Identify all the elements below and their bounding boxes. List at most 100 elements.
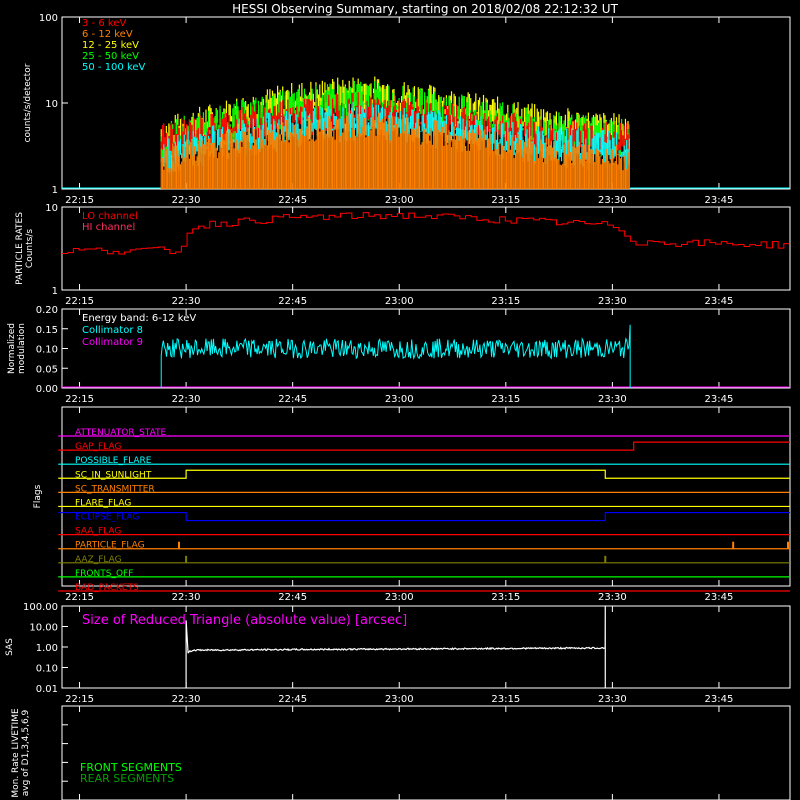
flag-line xyxy=(58,469,790,479)
flag-label: AAZ_FLAG xyxy=(75,555,122,565)
x-tick-label: 22:15 xyxy=(65,195,94,206)
x-tick-label: 23:45 xyxy=(705,592,734,603)
flag-possible-flare: POSSIBLE_FLARE xyxy=(58,456,790,466)
y-axis-label: Normalized xyxy=(7,323,17,374)
y-tick-label: 0.10 xyxy=(36,664,58,675)
x-tick-label: 23:00 xyxy=(385,296,414,307)
flag-sc-transmitter: SC_TRANSMITTER xyxy=(58,484,790,494)
x-tick-label: 23:45 xyxy=(705,296,734,307)
count-rates-panel: 22:15 22:30 22:45 23:00 23:15 23:30 23:45 1 10 10… xyxy=(23,13,791,206)
x-tick-label: 23:15 xyxy=(491,394,520,405)
y-axis-label-2: avg of D1,3,4,5,6,9 xyxy=(21,709,31,796)
hessi-summary-plot: HESSI Observing Summary, starting on 201… xyxy=(5,2,791,800)
legend-entry: Collimator 8 xyxy=(82,325,143,336)
flag-label: FLARE_FLAG xyxy=(75,498,131,508)
y-tick-label: 1 xyxy=(52,286,58,297)
flag-label: BAD_PACKETS xyxy=(75,583,139,593)
particle-rates-panel: 22:15 22:30 22:45 23:00 23:15 23:30 23:45 1 10 PA… xyxy=(15,203,791,307)
flag-label: ATTENUATOR_STATE xyxy=(75,428,167,438)
y-tick-label: 10 xyxy=(45,99,58,110)
y-axis-label: counts/s/detector xyxy=(23,63,33,142)
x-tick-label: 23:30 xyxy=(598,592,627,603)
x-tick-label: 23:45 xyxy=(705,394,734,405)
flag-bad-packets: BAD_PACKETS xyxy=(58,583,790,593)
lo-channel-line xyxy=(62,212,791,255)
energy-band-annotation: Energy band: 6-12 keV xyxy=(82,313,196,324)
legend-entry: HI channel xyxy=(82,222,135,233)
x-tick-label: 23:15 xyxy=(491,296,520,307)
legend-entry: 25 - 50 keV xyxy=(82,51,139,62)
flag-gap-flag: GAP_FLAG xyxy=(58,441,790,452)
y-tick-label: 0.15 xyxy=(36,325,58,336)
y-tick-label: 0.05 xyxy=(36,364,58,375)
flags-frame xyxy=(61,406,791,587)
x-tick-label: 23:00 xyxy=(385,592,414,603)
flag-label: GAP_FLAG xyxy=(75,442,121,452)
x-tick-label: 22:45 xyxy=(278,394,307,405)
flag-label: SC_TRANSMITTER xyxy=(75,484,155,494)
y-tick-label: 0.20 xyxy=(36,305,58,316)
flag-label: PARTICLE_FLAG xyxy=(75,541,145,551)
y-tick-label: 0.10 xyxy=(36,345,58,356)
x-tick-label: 23:30 xyxy=(598,394,627,405)
livetime-panel: Mon. Rate LIVETIME avg of D1,3,4,5,6,9 FRO… xyxy=(11,705,791,800)
x-tick-label: 22:15 xyxy=(65,394,94,405)
flag-label: SC_IN_SUNLIGHT xyxy=(75,470,152,480)
y-axis-label-2: modulation xyxy=(17,323,27,374)
flags-panel: 22:15 22:30 22:45 23:00 23:15 23:30 23:45 Flags… xyxy=(33,406,791,603)
flag-aaz-flag: AAZ_FLAG xyxy=(58,555,790,565)
flag-line xyxy=(58,511,790,522)
livetime-frame xyxy=(61,705,791,800)
x-tick-label: 23:45 xyxy=(705,195,734,206)
x-tick-label: 22:45 xyxy=(278,195,307,206)
legend-entry: 12 - 25 keV xyxy=(82,40,139,51)
x-tick-label: 22:45 xyxy=(278,296,307,307)
flag-saa-flag: SAA_FLAG xyxy=(58,527,790,537)
x-tick-label: 23:30 xyxy=(598,296,627,307)
x-tick-label: 23:45 xyxy=(705,694,734,705)
sas-annotation: Size of Reduced Triangle (absolute value… xyxy=(82,613,407,628)
y-axis-label: PARTICLE RATES xyxy=(15,212,25,285)
flag-sc-in-sunlight: SC_IN_SUNLIGHT xyxy=(58,469,790,480)
legend-entry: 50 - 100 keV xyxy=(82,62,146,73)
y-tick-label: 1 xyxy=(52,185,58,196)
chart-title: HESSI Observing Summary, starting on 201… xyxy=(232,2,618,16)
y-tick-label: 10 xyxy=(45,203,58,214)
y-tick-label: 0.01 xyxy=(36,684,58,695)
x-tick-label: 22:45 xyxy=(278,694,307,705)
x-tick-label: 23:00 xyxy=(385,394,414,405)
flag-flare-flag: FLARE_FLAG xyxy=(58,498,790,508)
flag-particle-flag: PARTICLE_FLAG xyxy=(58,541,790,551)
x-tick-label: 22:15 xyxy=(65,592,94,603)
x-tick-label: 22:30 xyxy=(172,694,201,705)
legend-entry: LO channel xyxy=(82,211,138,222)
y-axis-label: Mon. Rate LIVETIME xyxy=(11,708,21,798)
legend-entry: Collimator 9 xyxy=(82,337,143,348)
x-tick-label: 23:15 xyxy=(491,694,520,705)
flag-fronts-off: FRONTS_OFF xyxy=(58,569,790,579)
legend-entry: 3 - 6 keV xyxy=(82,18,126,29)
y-tick-label: 0.00 xyxy=(36,384,58,395)
legend-entry: 6 - 12 keV xyxy=(82,29,133,40)
x-tick-label: 23:30 xyxy=(598,195,627,206)
y-axis-label: Flags xyxy=(33,484,43,508)
y-tick-label: 100.00 xyxy=(23,602,58,613)
particle-rates-frame xyxy=(61,206,791,291)
flag-label: SAA_FLAG xyxy=(75,527,121,537)
flag-attenuator-state: ATTENUATOR_STATE xyxy=(58,428,790,438)
x-tick-label: 22:30 xyxy=(172,592,201,603)
x-tick-label: 23:15 xyxy=(491,592,520,603)
y-tick-label: 1.00 xyxy=(36,643,58,654)
flag-label: ECLIPSE_FLAG xyxy=(75,513,139,523)
legend-entry: REAR SEGMENTS xyxy=(80,772,174,785)
y-tick-label: 100 xyxy=(39,13,58,24)
x-tick-label: 23:15 xyxy=(491,195,520,206)
x-tick-label: 22:45 xyxy=(278,592,307,603)
y-tick-label: 10.00 xyxy=(29,623,58,634)
flag-eclipse-flag: ECLIPSE_FLAG xyxy=(58,511,790,523)
flag-line xyxy=(58,441,790,451)
flag-label: POSSIBLE_FLARE xyxy=(75,456,152,466)
x-tick-label: 22:15 xyxy=(65,694,94,705)
modulation-panel: 22:15 22:30 22:45 23:00 23:15 23:30 23:45 0.00 0… xyxy=(7,305,791,405)
y-axis-label-2: Counts/s xyxy=(25,229,35,268)
